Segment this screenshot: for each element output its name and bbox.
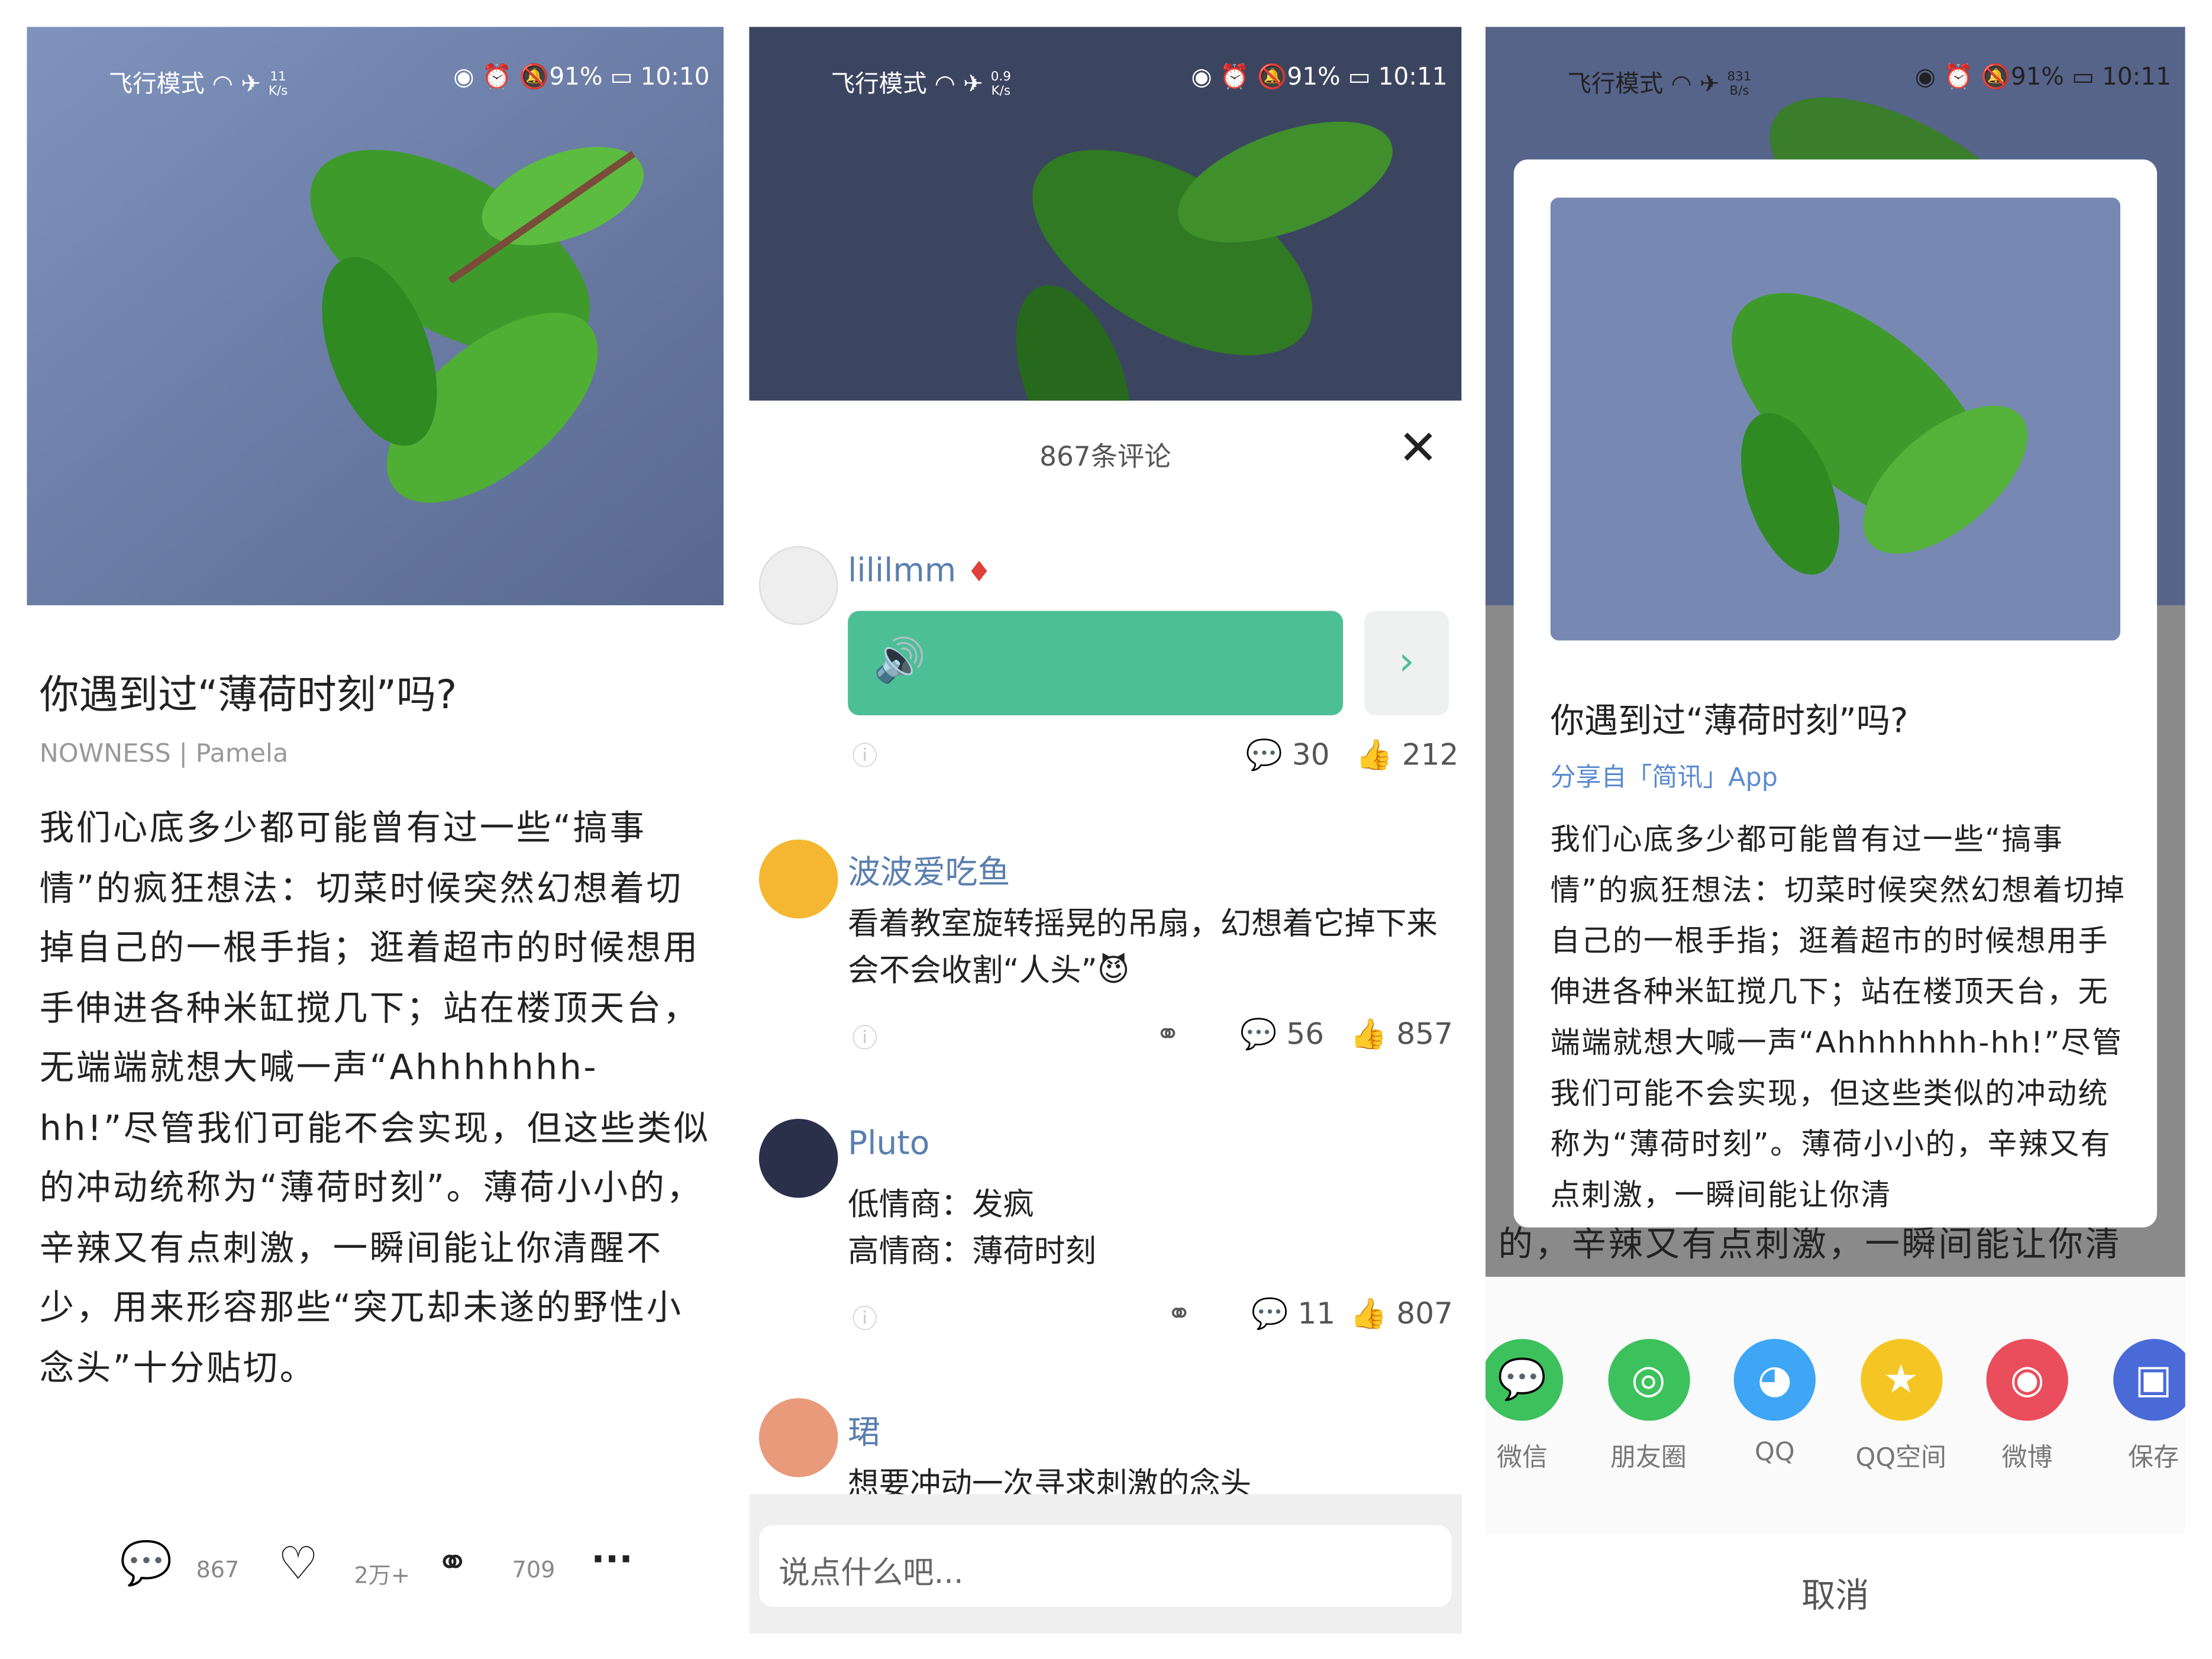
status-bar: 飞行模式 ◠ ✈ 831 B/s ◉ ⏰ 🔕91% ▭ 10:11 [1486, 63, 2185, 99]
share-icon[interactable]: ⚭ [1167, 1296, 1191, 1330]
card-title: 你遇到过“薄荷时刻”吗? [1550, 701, 1909, 741]
heart-icon[interactable]: ♡ [278, 1537, 318, 1590]
card-body: 我们心底多少都可能曾有过一些“搞事情”的疯狂想法：切菜时候突然幻想着切掉自己的一… [1550, 822, 2126, 1212]
share-targets [1485, 1277, 2185, 1534]
close-icon[interactable]: ✕ [1398, 425, 1438, 473]
comment-text: 低情商：发疯 高情商：薄荷时刻 [848, 1187, 1096, 1270]
qzone-icon[interactable]: ★ [1860, 1338, 1942, 1421]
cancel-button[interactable]: 取消 [1486, 1567, 2185, 1616]
reply-button[interactable]: 💬 30 [1246, 738, 1330, 773]
battery-icon: ▭ [610, 63, 633, 92]
clock: 10:11 [1378, 63, 1448, 92]
more-icon[interactable]: ··· [591, 1539, 633, 1582]
share-target-label[interactable]: QQ [1712, 1438, 1839, 1467]
like-button[interactable]: 👍 212 [1356, 738, 1459, 773]
avatar[interactable] [758, 839, 838, 919]
card-source: 分享自「简讯」App [1550, 763, 1778, 793]
article-source: NOWNESS | Pamela [39, 739, 289, 769]
battery-icon: ▭ [2071, 63, 2095, 92]
like-count: 2万+ [354, 1561, 410, 1589]
comment-author[interactable]: 珺 [848, 1405, 880, 1453]
comment-text: 看着教室旋转摇晃的吊扇，幻想着它掉下来会不会收割“人头”😈 [848, 907, 1438, 989]
like-button[interactable]: 👍 807 [1350, 1296, 1453, 1332]
share-icon[interactable]: ⚭ [1155, 1017, 1180, 1051]
alarm-icon: ⏰ [482, 63, 512, 92]
wifi-icon: ◠ [212, 70, 234, 99]
airplane-icon: ✈ [1699, 70, 1720, 99]
share-target-label[interactable]: 微博 [1964, 1438, 2091, 1474]
eye-icon: ◉ [1914, 63, 1936, 92]
weibo-icon[interactable]: ◉ [1986, 1338, 2068, 1421]
net-speed-unit: B/s [1729, 85, 1749, 99]
comment-input-bar: 说点什么吧... [749, 1494, 1462, 1634]
eye-icon: ◉ [1191, 63, 1212, 92]
eye-icon: ◉ [453, 63, 474, 92]
airplane-mode-text: 飞行模式 [108, 70, 205, 99]
share-target-label[interactable]: 朋友圈 [1585, 1438, 1712, 1474]
net-speed: 0.9 [990, 70, 1011, 85]
qq-icon[interactable]: ◕ [1733, 1338, 1816, 1421]
article-screen: 飞行模式 ◠ ✈ 11 K/s ◉ ⏰ 🔕91% ▭ 10:10 你遇到过“薄荷时… [27, 27, 724, 1634]
status-bar: 飞行模式 ◠ ✈ 0.9 K/s ◉ ⏰ 🔕91% ▭ 10:11 [749, 63, 1461, 99]
article-action-bar: 💬 867 ♡ 2万+ ⚭ 709 ··· [120, 1537, 684, 1596]
vip-badge-icon: ♦ [966, 554, 992, 589]
status-bar: 飞行模式 ◠ ✈ 11 K/s ◉ ⏰ 🔕91% ▭ 10:10 [27, 63, 724, 99]
battery-level: 91% [1287, 63, 1341, 92]
report-icon[interactable]: ⓘ [852, 737, 877, 773]
share-target-label[interactable]: QQ空间 [1838, 1438, 1965, 1474]
net-speed-unit: K/s [268, 85, 288, 99]
comment-input[interactable]: 说点什么吧... [758, 1525, 1452, 1608]
comments-header: 867条评论 [1039, 441, 1171, 473]
share-target-label[interactable]: 微信 [1486, 1438, 1585, 1474]
comment-author[interactable]: Pluto [848, 1126, 929, 1163]
article-body: 我们心底多少都可能曾有过一些“搞事情”的疯狂想法：切菜时候突然幻想着切掉自己的一… [39, 806, 711, 1388]
alarm-icon: ⏰ [1219, 63, 1250, 92]
airplane-mode-text: 飞行模式 [831, 70, 927, 99]
avatar[interactable] [758, 546, 838, 625]
voice-message-button[interactable]: 🔊 [848, 611, 1344, 715]
report-icon[interactable]: ⓘ [852, 1299, 877, 1336]
share-icon[interactable]: ⚭ [436, 1539, 469, 1586]
card-photo [1550, 197, 2121, 641]
speaker-icon: 🔊 [873, 636, 926, 686]
like-button[interactable]: 👍 857 [1350, 1017, 1453, 1053]
reply-button[interactable]: 💬 56 [1240, 1017, 1324, 1053]
share-card: 你遇到过“薄荷时刻”吗? 分享自「简讯」App 我们心底多少都可能曾有过一些“搞… [1513, 159, 2158, 1228]
mute-icon: 🔕 [519, 63, 550, 92]
net-speed: 11 [270, 70, 286, 85]
share-screen: 的，辛辣又有点刺激，一瞬间能让你清 飞行模式 ◠ ✈ 831 B/s ◉ ⏰ 🔕9… [1485, 27, 2185, 1634]
airplane-icon: ✈ [963, 70, 983, 99]
mute-icon: 🔕 [1257, 63, 1287, 92]
comments-screen: 飞行模式 ◠ ✈ 0.9 K/s ◉ ⏰ 🔕91% ▭ 10:11 867条评论 … [749, 27, 1462, 1634]
wifi-icon: ◠ [934, 70, 955, 99]
comment-count: 867 [196, 1556, 240, 1583]
share-count: 709 [512, 1556, 556, 1583]
avatar[interactable] [758, 1398, 838, 1477]
wifi-icon: ◠ [1671, 70, 1692, 99]
article-title: 你遇到过“薄荷时刻”吗? [39, 672, 457, 718]
battery-level: 91% [2010, 63, 2064, 92]
airplane-mode-text: 飞行模式 [1567, 70, 1664, 99]
mint-photo [27, 27, 724, 605]
avatar[interactable] [758, 1118, 838, 1198]
clock: 10:10 [640, 63, 710, 92]
alarm-icon: ⏰ [1943, 63, 1974, 92]
moments-icon[interactable]: ◎ [1607, 1338, 1690, 1421]
clock: 10:11 [2102, 63, 2171, 92]
comment-author[interactable]: lililmm ♦ [848, 553, 992, 590]
mute-icon: 🔕 [1981, 63, 2011, 92]
share-target-label[interactable]: 保存 [2090, 1438, 2185, 1474]
net-speed: 831 [1727, 70, 1752, 85]
net-speed-unit: K/s [991, 85, 1011, 99]
battery-icon: ▭ [1348, 63, 1371, 92]
airplane-icon: ✈ [240, 70, 261, 99]
reply-button[interactable]: 💬 11 [1251, 1296, 1335, 1332]
comment-icon[interactable]: 💬 [120, 1539, 173, 1589]
voice-expand-icon[interactable]: › [1364, 611, 1449, 715]
comment-author[interactable]: 波波爱吃鱼 [848, 845, 1010, 893]
report-icon[interactable]: ⓘ [852, 1019, 877, 1056]
battery-level: 91% [549, 63, 603, 92]
